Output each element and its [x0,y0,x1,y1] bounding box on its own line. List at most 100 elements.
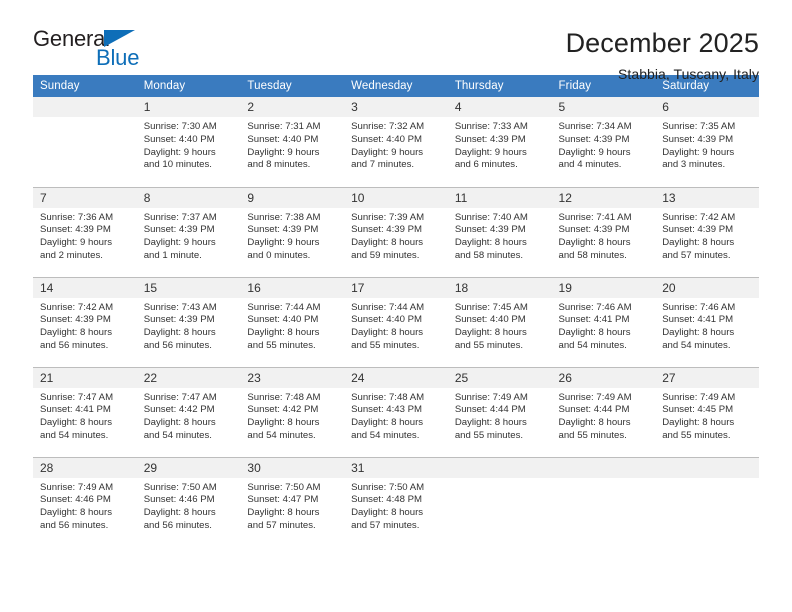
calendar-day-cell[interactable]: 2 Sunrise: 7:31 AM Sunset: 4:40 PM Daylight… [240,97,345,187]
calendar-day-cell[interactable]: 3 Sunrise: 7:32 AM Sunset: 4:40 PM Daylight… [344,97,448,187]
calendar-day-cell[interactable]: 30 Sunrise: 7:50 AM Sunset: 4:47 PM Dayligh… [240,456,345,547]
weekday-header-thursday: Thursday [447,75,552,97]
calendar-day-cell[interactable]: 25 Sunrise: 7:49 AM Sunset: 4:44 PM Dayligh… [447,366,552,457]
daylight-text-line2: and 8 minutes. [247,159,311,171]
sunset-text: Sunset: 4:47 PM [247,494,319,506]
daylight-text-line2: and 0 minutes. [247,249,311,261]
sunset-text: Sunset: 4:39 PM [454,133,526,145]
sunset-text: Sunset: 4:45 PM [662,404,734,416]
day-number: 9 [240,187,345,208]
day-details: Sunrise: 7:42 AM Sunset: 4:39 PM Daylight:… [33,298,137,353]
month-calendar: Sunday Monday Tuesday Wednesday Thursday Frid… [33,75,759,547]
calendar-page: General Blue December 2025 Stabbia, Tusc… [0,0,792,612]
calendar-day-cell[interactable]: 20 Sunrise: 7:46 AM Sunset: 4:41 PM Dayligh… [655,276,759,367]
calendar-day-cell[interactable]: 31 Sunrise: 7:50 AM Sunset: 4:48 PM Dayligh… [344,456,448,547]
calendar-day-cell[interactable]: 21 Sunrise: 7:47 AM Sunset: 4:41 PM Dayligh… [33,366,137,457]
sunrise-text: Sunrise: 7:50 AM [351,481,425,493]
calendar-day-cell[interactable]: 23 Sunrise: 7:48 AM Sunset: 4:42 PM Dayligh… [240,366,345,457]
calendar-day-cell[interactable]: 6 Sunrise: 7:35 AM Sunset: 4:39 PM Daylight… [655,97,759,187]
day-number: 16 [240,277,345,298]
page-title: December 2025 [565,28,759,58]
day-number: 1 [136,97,241,117]
day-details: Sunrise: 7:36 AM Sunset: 4:39 PM Daylight:… [33,208,137,263]
calendar-day-cell[interactable]: 18 Sunrise: 7:45 AM Sunset: 4:40 PM Dayligh… [447,276,552,367]
day-details: Sunrise: 7:49 AM Sunset: 4:44 PM Daylight:… [552,388,656,443]
day-details: Sunrise: 7:46 AM Sunset: 4:41 PM Daylight:… [552,298,656,353]
day-number: 26 [551,367,656,388]
day-details: Sunrise: 7:32 AM Sunset: 4:40 PM Daylight:… [344,117,448,172]
daylight-text-line1: Daylight: 8 hours [558,327,631,339]
day-number: 29 [136,457,241,478]
weekday-header-monday: Monday [136,75,241,97]
daylight-text-line1: Daylight: 8 hours [454,327,527,339]
day-number: 31 [344,457,448,478]
calendar-day-cell[interactable]: 24 Sunrise: 7:48 AM Sunset: 4:43 PM Dayligh… [344,366,448,457]
daylight-text-line2: and 59 minutes. [351,249,420,261]
sunset-text: Sunset: 4:40 PM [247,314,319,326]
sunset-text: Sunset: 4:39 PM [662,133,734,145]
day-number: 8 [136,187,241,208]
calendar-day-cell[interactable]: 16 Sunrise: 7:44 AM Sunset: 4:40 PM Dayligh… [240,276,345,367]
daylight-text-line1: Daylight: 8 hours [558,417,631,429]
daylight-text-line1: Daylight: 8 hours [454,417,527,429]
calendar-day-cell[interactable]: 10 Sunrise: 7:39 AM Sunset: 4:39 PM Dayligh… [344,186,448,277]
day-details: Sunrise: 7:42 AM Sunset: 4:39 PM Daylight:… [655,208,759,263]
day-number: 2 [240,97,345,117]
sunrise-text: Sunrise: 7:44 AM [351,301,425,313]
calendar-day-cell[interactable]: 5 Sunrise: 7:34 AM Sunset: 4:39 PM Daylight… [551,97,656,187]
sunrise-text: Sunrise: 7:48 AM [351,391,425,403]
calendar-day-cell[interactable]: 28 Sunrise: 7:49 AM Sunset: 4:46 PM Dayligh… [33,456,137,547]
daylight-text-line2: and 55 minutes. [247,339,316,351]
calendar-day-cell[interactable]: 1 Sunrise: 7:30 AM Sunset: 4:40 PM Daylight… [136,97,241,187]
day-number: 10 [344,187,448,208]
daylight-text-line1: Daylight: 9 hours [143,237,216,249]
day-details: Sunrise: 7:30 AM Sunset: 4:40 PM Daylight:… [137,117,241,172]
day-number: 20 [655,277,759,298]
day-number: 17 [344,277,448,298]
daylight-text-line1: Daylight: 8 hours [351,507,424,519]
calendar-day-cell[interactable]: 15 Sunrise: 7:43 AM Sunset: 4:39 PM Dayligh… [136,276,241,367]
calendar-day-cell[interactable]: 26 Sunrise: 7:49 AM Sunset: 4:44 PM Dayligh… [551,366,656,457]
sunrise-text: Sunrise: 7:32 AM [351,121,425,132]
calendar-day-cell[interactable]: 22 Sunrise: 7:47 AM Sunset: 4:42 PM Dayligh… [136,366,241,457]
daylight-text-line2: and 4 minutes. [558,159,622,171]
calendar-day-cell[interactable]: 19 Sunrise: 7:46 AM Sunset: 4:41 PM Dayligh… [551,276,656,367]
day-number: 22 [136,367,241,388]
calendar-day-cell[interactable]: 13 Sunrise: 7:42 AM Sunset: 4:39 PM Dayligh… [655,186,759,277]
daylight-text-line2: and 56 minutes. [40,339,109,351]
sunset-text: Sunset: 4:41 PM [40,404,111,416]
sunset-text: Sunset: 4:40 PM [351,133,423,145]
day-details: Sunrise: 7:49 AM Sunset: 4:45 PM Daylight:… [655,388,759,443]
sunset-text: Sunset: 4:39 PM [558,133,630,145]
daylight-text-line1: Daylight: 8 hours [351,237,424,249]
sunrise-text: Sunrise: 7:50 AM [143,481,217,493]
calendar-day-cell[interactable]: 7 Sunrise: 7:36 AM Sunset: 4:39 PM Daylight… [33,186,137,277]
daylight-text-line2: and 54 minutes. [143,429,212,441]
day-details: Sunrise: 7:31 AM Sunset: 4:40 PM Daylight:… [240,117,344,172]
calendar-day-cell[interactable]: 17 Sunrise: 7:44 AM Sunset: 4:40 PM Dayligh… [344,276,448,367]
calendar-day-cell[interactable]: 27 Sunrise: 7:49 AM Sunset: 4:45 PM Dayligh… [655,366,759,457]
day-details: Sunrise: 7:34 AM Sunset: 4:39 PM Daylight:… [552,117,656,172]
general-blue-logo[interactable]: General Blue [33,26,163,72]
calendar-day-cell[interactable]: 4 Sunrise: 7:33 AM Sunset: 4:39 PM Daylight… [447,97,552,187]
daylight-text-line2: and 10 minutes. [143,159,212,171]
sunrise-text: Sunrise: 7:38 AM [247,211,321,223]
sunset-text: Sunset: 4:40 PM [143,133,215,145]
day-details: Sunrise: 7:45 AM Sunset: 4:40 PM Daylight:… [448,298,552,353]
sunset-text: Sunset: 4:39 PM [351,224,423,236]
logo-word-blue: Blue [96,45,140,70]
calendar-day-cell[interactable]: 8 Sunrise: 7:37 AM Sunset: 4:39 PM Daylight… [136,186,241,277]
calendar-day-cell[interactable]: 29 Sunrise: 7:50 AM Sunset: 4:46 PM Dayligh… [136,456,241,547]
daylight-text-line1: Daylight: 9 hours [247,237,320,249]
daylight-text-line2: and 57 minutes. [662,249,731,261]
sunrise-text: Sunrise: 7:30 AM [143,121,217,132]
day-number: 23 [240,367,345,388]
calendar-day-cell[interactable]: 12 Sunrise: 7:41 AM Sunset: 4:39 PM Dayligh… [551,186,656,277]
daylight-text-line2: and 58 minutes. [454,249,524,261]
sunrise-text: Sunrise: 7:42 AM [40,301,114,313]
day-number: 25 [447,367,552,388]
daylight-text-line1: Daylight: 8 hours [247,417,320,429]
calendar-day-cell[interactable]: 11 Sunrise: 7:40 AM Sunset: 4:39 PM Dayligh… [447,186,552,277]
calendar-day-cell[interactable]: 14 Sunrise: 7:42 AM Sunset: 4:39 PM Dayligh… [33,276,137,367]
calendar-day-cell[interactable]: 9 Sunrise: 7:38 AM Sunset: 4:39 PM Daylight… [240,186,345,277]
